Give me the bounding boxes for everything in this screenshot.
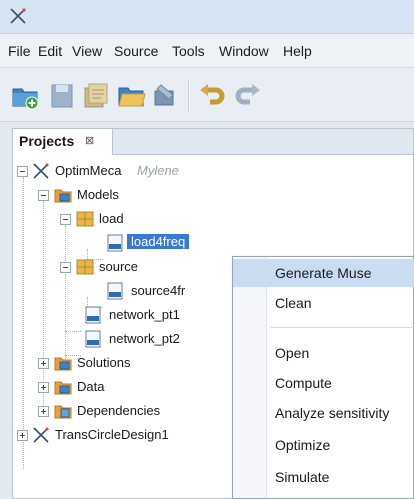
tree-label: Dependencies: [77, 403, 161, 418]
model-file-icon: [107, 234, 123, 252]
tree-label: network_pt2: [109, 331, 180, 346]
menu-item-label: Optimize: [275, 437, 331, 453]
toolbar-separator: [188, 80, 190, 112]
tree-label: Models: [77, 187, 119, 202]
tree-node-load[interactable]: load: [13, 207, 413, 231]
tree-node-load4freq[interactable]: load4freq: [13, 231, 413, 255]
toolbar: [0, 68, 414, 122]
expand-toggle[interactable]: [38, 358, 49, 369]
collapse-toggle[interactable]: [60, 262, 71, 273]
tree-node-network-pt2[interactable]: network_pt2: [13, 327, 233, 351]
save-all-icon[interactable]: [81, 81, 111, 111]
tab-close-icon[interactable]: ⊠: [85, 134, 94, 147]
menu-item-simulate[interactable]: Simulate: [233, 463, 414, 491]
tree-label: load: [99, 211, 124, 226]
dependencies-folder-icon: [54, 405, 72, 419]
tree-label: source4fr: [131, 283, 186, 298]
tree-node-solutions[interactable]: Solutions: [13, 351, 233, 375]
menu-window[interactable]: Window: [219, 43, 269, 59]
package-icon: [76, 211, 94, 227]
expand-toggle[interactable]: [17, 430, 28, 441]
open-project-icon[interactable]: [116, 81, 146, 111]
menu-item-compute[interactable]: Compute: [233, 369, 414, 397]
menu-bar: File Edit View Source Tools Window Help: [0, 34, 414, 68]
tab-projects[interactable]: Projects ⊠: [13, 129, 113, 155]
project-icon: [33, 427, 49, 443]
undo-icon[interactable]: [198, 81, 228, 111]
tree-node-transcircledesign1[interactable]: TransCircleDesign1: [13, 423, 233, 447]
menu-item-open[interactable]: Open: [233, 339, 414, 367]
tree-label: source: [99, 259, 139, 274]
tree-label: Solutions: [77, 355, 131, 370]
model-file-icon: [85, 330, 101, 348]
menu-separator: [271, 327, 414, 328]
tab-projects-label: Projects: [19, 133, 75, 149]
tree-label: network_pt1: [109, 307, 180, 322]
menu-item-clean[interactable]: Clean: [233, 289, 414, 317]
context-menu: Generate Muse Clean Open Compute Analyze…: [232, 256, 414, 499]
redo-icon[interactable]: [232, 81, 262, 111]
window-titlebar: [0, 0, 414, 34]
menu-item-generate-muse[interactable]: Generate Muse: [233, 259, 414, 287]
app-logo-icon: [10, 8, 26, 24]
collapse-toggle[interactable]: [60, 214, 71, 225]
menu-edit[interactable]: Edit: [38, 43, 62, 59]
model-file-icon: [85, 306, 101, 324]
menu-item-label: Simulate: [275, 469, 330, 485]
menu-item-label: Open: [275, 345, 310, 361]
tree-node-network-pt1[interactable]: network_pt1: [13, 303, 233, 327]
menu-source[interactable]: Source: [114, 43, 158, 59]
project-icon: [33, 163, 49, 179]
project-owner-label: Mylene: [137, 163, 179, 178]
menu-item-label: Analyze sensitivity: [275, 405, 390, 421]
data-folder-icon: [54, 381, 72, 395]
collapse-toggle[interactable]: [38, 190, 49, 201]
menu-item-label: Generate Muse: [275, 265, 372, 281]
tree-node-source4fr[interactable]: source4fr: [13, 279, 233, 303]
menu-tools[interactable]: Tools: [172, 43, 205, 59]
models-folder-icon: [54, 189, 72, 203]
menu-view[interactable]: View: [72, 43, 102, 59]
expand-toggle[interactable]: [38, 406, 49, 417]
menu-item-label: Compute: [275, 375, 332, 391]
tree-node-models[interactable]: Models: [13, 183, 413, 207]
menu-item-optimize[interactable]: Optimize: [233, 431, 414, 459]
tree-node-optimmeca[interactable]: OptimMeca Mylene: [13, 159, 413, 183]
tree-label: Data: [77, 379, 105, 394]
build-icon[interactable]: [150, 81, 180, 111]
package-icon: [76, 259, 94, 275]
tree-label: TransCircleDesign1: [55, 427, 169, 442]
new-project-icon[interactable]: [10, 81, 40, 111]
tree-label: OptimMeca: [55, 163, 122, 178]
save-icon[interactable]: [47, 81, 77, 111]
menu-item-analyze-sensitivity[interactable]: Analyze sensitivity: [233, 399, 414, 427]
menu-item-label: Clean: [275, 295, 312, 311]
model-file-icon: [107, 282, 123, 300]
expand-toggle[interactable]: [38, 382, 49, 393]
tree-node-data[interactable]: Data: [13, 375, 233, 399]
panel-tab-bar: Projects ⊠: [13, 129, 413, 155]
tree-node-dependencies[interactable]: Dependencies: [13, 399, 233, 423]
solutions-folder-icon: [54, 357, 72, 371]
collapse-toggle[interactable]: [17, 166, 28, 177]
tree-label: load4freq: [127, 234, 190, 249]
menu-file[interactable]: File: [8, 43, 31, 59]
menu-help[interactable]: Help: [283, 43, 312, 59]
